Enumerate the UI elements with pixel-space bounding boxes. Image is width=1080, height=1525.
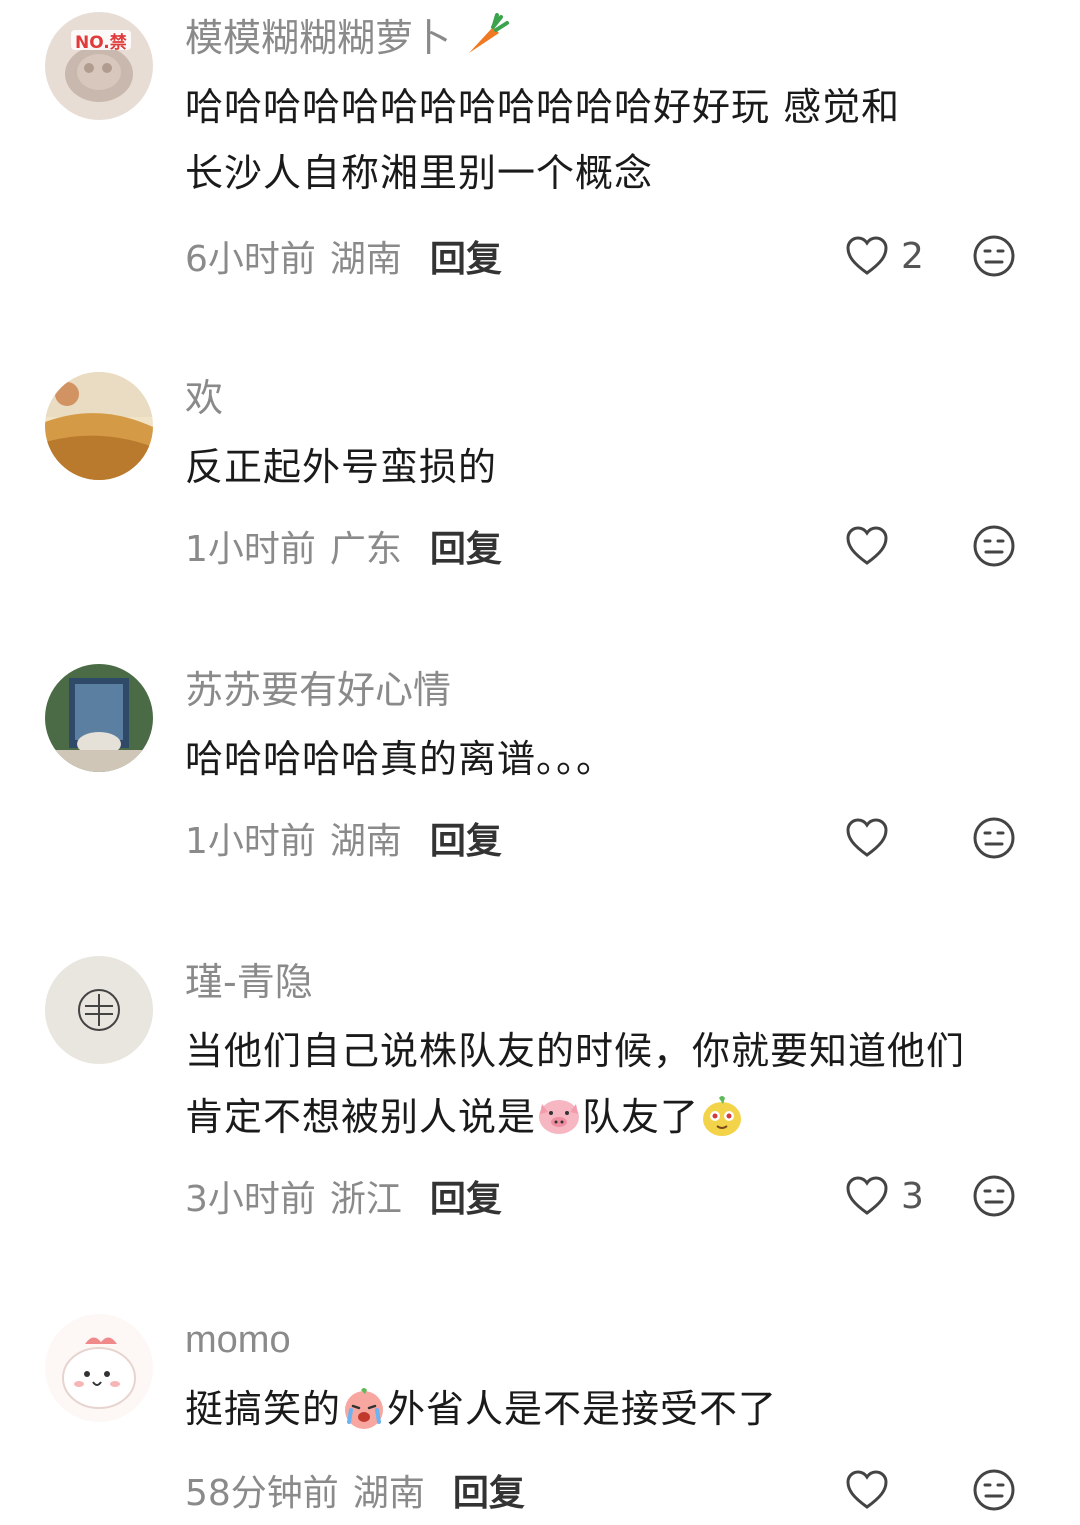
region: 湖南 — [352, 1473, 425, 1514]
username[interactable]: 模模糊糊糊萝卜 — [185, 12, 1035, 64]
meh-face-icon[interactable] — [972, 524, 1016, 568]
region: 湖南 — [329, 821, 402, 862]
like-count: 3 — [901, 1175, 924, 1217]
avatar-badge: NO.禁 — [75, 33, 127, 53]
timestamp: 1小时前 — [185, 529, 316, 570]
timestamp: 58分钟前 — [185, 1473, 339, 1514]
region: 浙江 — [329, 1179, 402, 1220]
meh-face-icon[interactable] — [972, 1174, 1016, 1218]
like-count: 2 — [901, 235, 924, 277]
yellow-creature-emoji — [703, 1096, 742, 1136]
comment-text: 反正起外号蛮损的 — [185, 445, 498, 489]
heart-outline-icon — [846, 1470, 888, 1509]
reply-button[interactable]: 回复 — [453, 1464, 525, 1516]
meh-face-icon[interactable] — [972, 816, 1016, 860]
timestamp: 6小时前 — [185, 239, 316, 280]
comment-text: 挺搞笑的 外省人是不是接受不了 — [185, 1376, 1035, 1442]
username[interactable]: momo — [185, 1314, 1035, 1366]
reply-button[interactable]: 回复 — [430, 230, 502, 282]
like-button[interactable] — [845, 1462, 901, 1518]
timestamp: 3小时前 — [185, 1179, 316, 1220]
region: 广东 — [329, 529, 402, 570]
timestamp: 1小时前 — [185, 821, 316, 862]
heart-outline-icon — [846, 236, 888, 275]
like-button[interactable]: 3 — [845, 1168, 924, 1224]
heart-outline-icon — [846, 526, 888, 565]
crying-laugh-emoji — [345, 1388, 384, 1429]
meh-face-icon[interactable] — [972, 1468, 1016, 1512]
reply-button[interactable]: 回复 — [430, 520, 502, 572]
comment-text: 哈哈哈哈哈哈哈哈哈哈哈哈好好玩 感觉和 长沙人自称湘里别一个概念 — [185, 85, 901, 195]
comment-text: 哈哈哈哈哈真的离谱。。。 — [185, 737, 616, 781]
comment-meta: 3小时前 浙江 回复 3 — [185, 1168, 1035, 1224]
meh-face-icon[interactable] — [972, 234, 1016, 278]
username[interactable]: 苏苏要有好心情 — [185, 664, 1035, 716]
comment-meta: 1小时前 湖南 回复 — [185, 810, 1035, 866]
heart-outline-icon — [846, 1176, 888, 1215]
avatar[interactable] — [45, 664, 153, 772]
avatar[interactable]: NO.禁 — [45, 12, 153, 120]
region: 湖南 — [329, 239, 402, 280]
carrot-emoji — [469, 13, 510, 53]
pig-emoji — [539, 1100, 580, 1134]
username[interactable]: 瑾-青隐 — [185, 956, 1035, 1008]
comment-meta: 58分钟前 湖南 回复 — [185, 1462, 1035, 1518]
reply-button[interactable]: 回复 — [430, 812, 502, 864]
comment-meta: 1小时前 广东 回复 — [185, 518, 1035, 574]
avatar[interactable] — [45, 956, 153, 1064]
comment-text: 当他们自己说株队友的时候，你就要知道他们 肯定不想被别人说是 队友了 — [185, 1029, 966, 1139]
like-button[interactable] — [845, 810, 901, 866]
heart-outline-icon — [846, 818, 888, 857]
reply-button[interactable]: 回复 — [430, 1170, 502, 1222]
username[interactable]: 欢 — [185, 372, 1035, 424]
like-button[interactable] — [845, 518, 901, 574]
avatar[interactable] — [45, 1314, 153, 1422]
like-button[interactable]: 2 — [845, 228, 924, 284]
avatar[interactable] — [45, 372, 153, 480]
comment-meta: 6小时前 湖南 回复 2 — [185, 228, 1035, 284]
